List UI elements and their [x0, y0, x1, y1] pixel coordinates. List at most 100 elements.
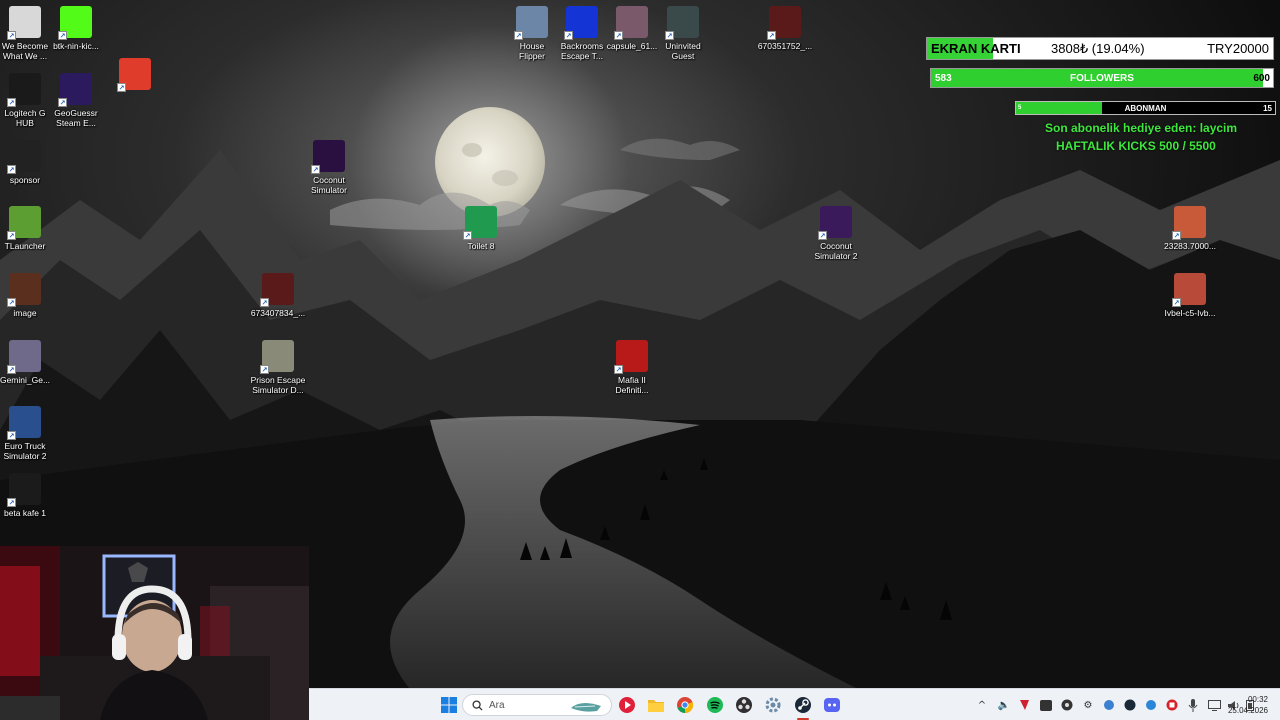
mafia-ii-icon: ↗ — [614, 340, 648, 374]
nvidia-tray-icon[interactable] — [1039, 698, 1053, 712]
desktop-icon-label: 670351752_... — [757, 41, 813, 51]
gpu-goal-target: TRY20000 — [1207, 41, 1269, 56]
obs-icon[interactable] — [734, 695, 754, 715]
gemini-image-icon: ↗ — [7, 340, 41, 374]
spotify-icon[interactable] — [705, 695, 725, 715]
chevron-up-icon[interactable]: ^ — [975, 698, 989, 712]
steam-icon[interactable] — [793, 695, 813, 720]
shortcut-arrow-icon: ↗ — [463, 231, 472, 240]
shortcut-arrow-icon: ↗ — [260, 298, 269, 307]
desktop-icon-label: Coconut Simulator — [311, 175, 347, 195]
search-icon — [472, 699, 483, 711]
desktop-icon-label: 23283.7000... — [1164, 241, 1216, 251]
shortcut-arrow-icon: ↗ — [7, 98, 16, 107]
desktop-icon[interactable]: ↗ Toilet 8 — [445, 206, 517, 251]
coconut-icon: ↗ — [311, 140, 345, 174]
desktop-icon[interactable]: ↗ Gemini_Ge... — [0, 340, 61, 385]
subs-goal-bar: 5 ABONMAN 15 — [1015, 101, 1276, 115]
shortcut-arrow-icon: ↗ — [564, 31, 573, 40]
desktop-icon-label: Gemini_Ge... — [0, 375, 51, 385]
search-highlight-icon — [571, 702, 601, 712]
gift-sub-text: Son abonelik hediye eden: laycim — [1045, 121, 1238, 135]
subs-goal: 15 — [1263, 104, 1272, 113]
desktop-icon[interactable]: ↗ btk-nin-kic... — [40, 6, 112, 51]
clock-time: 00:32 — [1247, 695, 1268, 704]
bluetooth-tray-icon[interactable] — [1144, 698, 1158, 712]
followers-goal-bar: 583 FOLLOWERS 600 — [930, 68, 1274, 88]
shortcut-arrow-icon: ↗ — [7, 298, 16, 307]
pencil-stripe-icon: ↗ — [117, 58, 151, 92]
desktop-icon-label: sponsor — [9, 175, 41, 185]
desktop-icon-label: image — [13, 308, 37, 318]
desktop-icon[interactable]: ↗ — [99, 58, 171, 93]
file-explorer-icon[interactable] — [646, 695, 666, 715]
desktop-icon[interactable]: ↗ Prison Escape Simulator D... — [242, 340, 314, 395]
shortcut-arrow-icon: ↗ — [818, 231, 827, 240]
shortcut-arrow-icon: ↗ — [767, 31, 776, 40]
weekly-kicks-text: HAFTALIK KICKS 500 / 5500 — [1056, 139, 1216, 153]
desktop-icon-label: 673407834_... — [250, 308, 306, 318]
portrait-photo-2-icon: ↗ — [1172, 273, 1206, 307]
uninvited-guest-icon: ↗ — [665, 6, 699, 40]
followers-goal: 600 — [1253, 73, 1270, 84]
house-flipper-icon: ↗ — [514, 6, 548, 40]
desktop-icon-label: Ivbel-c5-Ivb... — [1164, 308, 1216, 318]
backrooms-bet-icon: ↗ — [564, 6, 598, 40]
taskbar-clock[interactable]: 00:32 25.04.2026 — [1228, 694, 1268, 716]
desktop-icon[interactable]: ↗ Uninvited Guest — [647, 6, 719, 61]
desktop-icon[interactable]: ↗ 23283.7000... — [1154, 206, 1226, 251]
shortcut-arrow-icon: ↗ — [7, 165, 16, 174]
desktop-icon[interactable]: ↗ Coconut Simulator — [293, 140, 365, 195]
speaker-icon[interactable]: 🔈 — [997, 698, 1011, 712]
shortcut-arrow-icon: ↗ — [1172, 298, 1181, 307]
discord-icon[interactable] — [822, 695, 842, 715]
desktop-icon[interactable]: ↗ image — [0, 273, 61, 318]
desktop-icon-label: btk-nin-kic... — [53, 41, 99, 51]
mic-icon[interactable] — [1186, 698, 1200, 712]
desktop-icon-label: House Flipper — [519, 41, 545, 61]
desktop-icon-label: Toilet 8 — [467, 241, 495, 251]
webcam-feed — [0, 546, 309, 720]
desktop-icon-label: beta kafe 1 — [3, 508, 47, 518]
desktop-icon[interactable]: ↗ 670351752_... — [749, 6, 821, 51]
shortcut-arrow-icon: ↗ — [614, 31, 623, 40]
shortcut-arrow-icon: ↗ — [311, 165, 320, 174]
prison-escape-icon: ↗ — [260, 340, 294, 374]
tlauncher-grass-icon: ↗ — [7, 206, 41, 240]
portrait-photo-icon: ↗ — [1172, 206, 1206, 240]
gpu-goal-bar: EKRAN KARTI 3808₺ (19.04%) TRY20000 — [926, 37, 1274, 60]
desktop-icon[interactable]: ↗ 673407834_... — [242, 273, 314, 318]
desktop-icon[interactable]: ↗ TLauncher — [0, 206, 61, 251]
shortcut-arrow-icon: ↗ — [7, 231, 16, 240]
settings-app-icon[interactable] — [763, 695, 783, 715]
truck-icon: ↗ — [7, 406, 41, 440]
record-tray-icon[interactable] — [1165, 698, 1179, 712]
we-become-icon: ↗ — [7, 6, 41, 40]
windows-start-icon[interactable] — [439, 695, 459, 715]
desktop-icon[interactable]: ↗ Mafia II Definiti... — [596, 340, 668, 395]
display-icon[interactable] — [1207, 698, 1221, 712]
settings-tray-icon[interactable]: ⚙ — [1081, 698, 1095, 712]
desktop-icon-label: Euro Truck Simulator 2 — [3, 441, 47, 461]
desktop-icon[interactable]: ↗ sponsor — [0, 140, 61, 185]
shortcut-arrow-icon: ↗ — [58, 31, 67, 40]
clock-date: 25.04.2026 — [1227, 706, 1268, 715]
chrome-icon[interactable] — [675, 695, 695, 715]
kick-tray-icon[interactable] — [1017, 698, 1031, 712]
obs-tray-icon[interactable] — [1060, 698, 1074, 712]
desktop-icon-label: TLauncher — [4, 241, 46, 251]
desktop-icon[interactable]: ↗ beta kafe 1 — [0, 473, 61, 518]
desktop-icon[interactable]: ↗ Euro Truck Simulator 2 — [0, 406, 61, 461]
taskbar-search[interactable]: Ara — [462, 694, 612, 716]
desktop-icon-label: Coconut Simulator 2 — [814, 241, 858, 261]
desktop-icon[interactable]: ↗ Coconut Simulator 2 — [800, 206, 872, 261]
shortcut-arrow-icon: ↗ — [7, 498, 16, 507]
shortcut-arrow-icon: ↗ — [58, 98, 67, 107]
desktop-icon[interactable]: ↗ Ivbel-c5-Ivb... — [1154, 273, 1226, 318]
steam-tray-icon[interactable] — [1123, 698, 1137, 712]
kick-k-icon: ↗ — [58, 6, 92, 40]
video-file-icon: ↗ — [7, 473, 41, 507]
followers-label: FOLLOWERS — [1070, 73, 1134, 84]
media-player-icon[interactable] — [617, 695, 637, 715]
network-tray-icon[interactable] — [1102, 698, 1116, 712]
